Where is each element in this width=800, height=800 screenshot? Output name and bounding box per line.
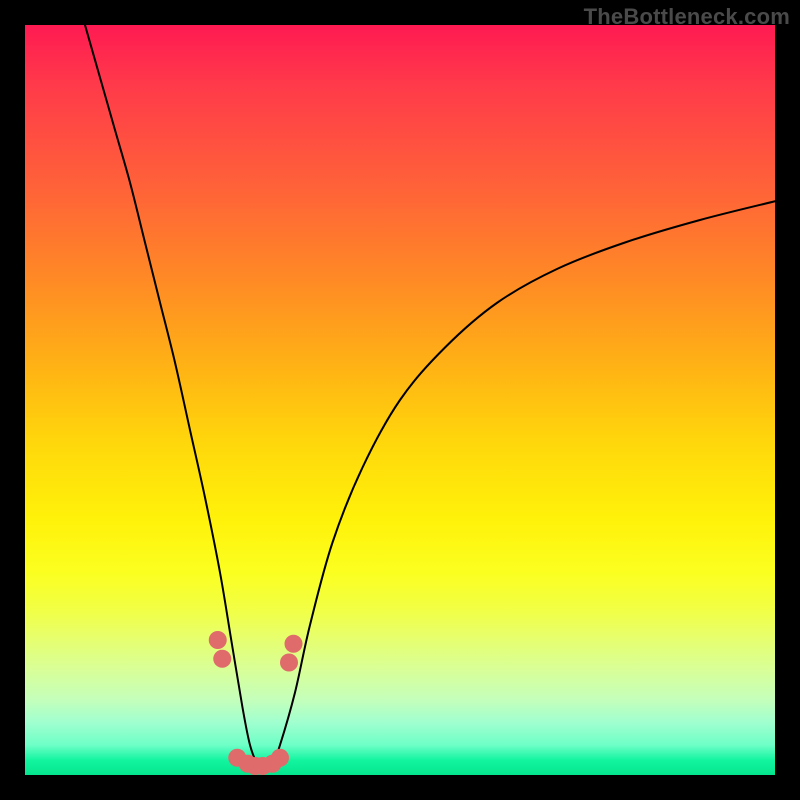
marker-dot (209, 631, 227, 649)
marker-dot (280, 654, 298, 672)
marker-dot (271, 749, 289, 767)
watermark-text: TheBottleneck.com (584, 4, 790, 30)
chart-svg (25, 25, 775, 775)
marker-dots (209, 631, 303, 775)
chart-frame: TheBottleneck.com (0, 0, 800, 800)
bottleneck-curve (85, 25, 775, 768)
marker-dot (285, 635, 303, 653)
plot-area (25, 25, 775, 775)
marker-dot (213, 650, 231, 668)
